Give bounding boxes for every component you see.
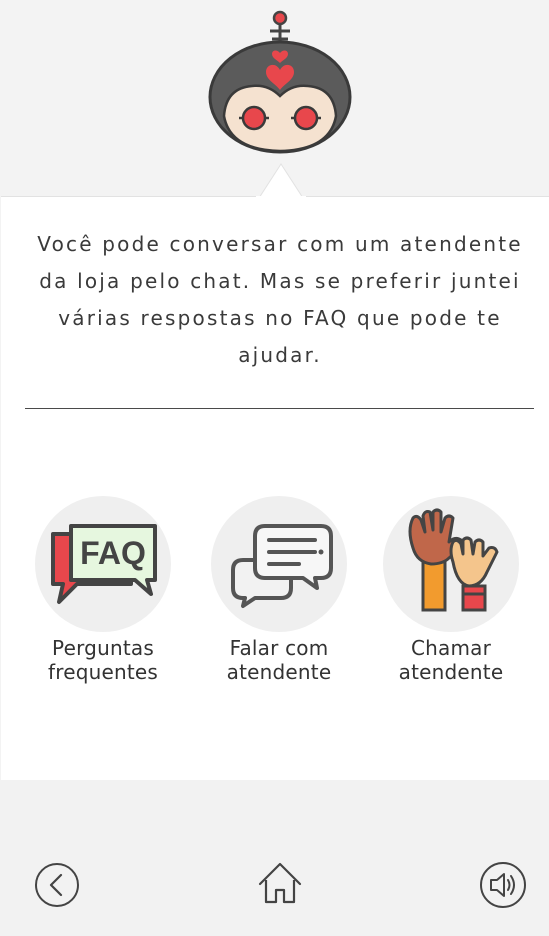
talk-to-attendant-option[interactable]: Falar com atendente <box>189 496 369 684</box>
call-label-line1: Chamar <box>410 636 492 660</box>
raised-hands-icon <box>408 508 499 612</box>
chat-bubbles-icon <box>231 524 333 608</box>
faq-icon-circle[interactable]: FAQ <box>35 496 171 632</box>
call-label-line2: atendente <box>398 660 504 684</box>
faq-option[interactable]: FAQ Perguntas frequentes <box>13 496 193 684</box>
faq-label-line1: Perguntas <box>52 636 154 660</box>
speech-notch <box>256 163 306 198</box>
divider <box>25 408 534 409</box>
chat-icon-circle[interactable] <box>211 496 347 632</box>
faq-label-line2: frequentes <box>47 660 159 684</box>
back-arrow-icon[interactable] <box>34 862 80 908</box>
bottom-navigation <box>0 780 549 936</box>
home-icon[interactable] <box>256 860 304 908</box>
call-attendant-option[interactable]: Chamar atendente <box>361 496 541 684</box>
assistant-message: Você pode conversar com um atendente da … <box>37 232 523 367</box>
speaker-icon[interactable] <box>479 861 527 909</box>
talk-label-line1: Falar com <box>229 636 329 660</box>
robot-mascot-icon <box>208 10 352 154</box>
hands-icon-circle[interactable] <box>383 496 519 632</box>
faq-icon: FAQ <box>51 524 157 604</box>
talk-label-line2: atendente <box>226 660 332 684</box>
faq-icon-text: FAQ <box>80 535 146 571</box>
